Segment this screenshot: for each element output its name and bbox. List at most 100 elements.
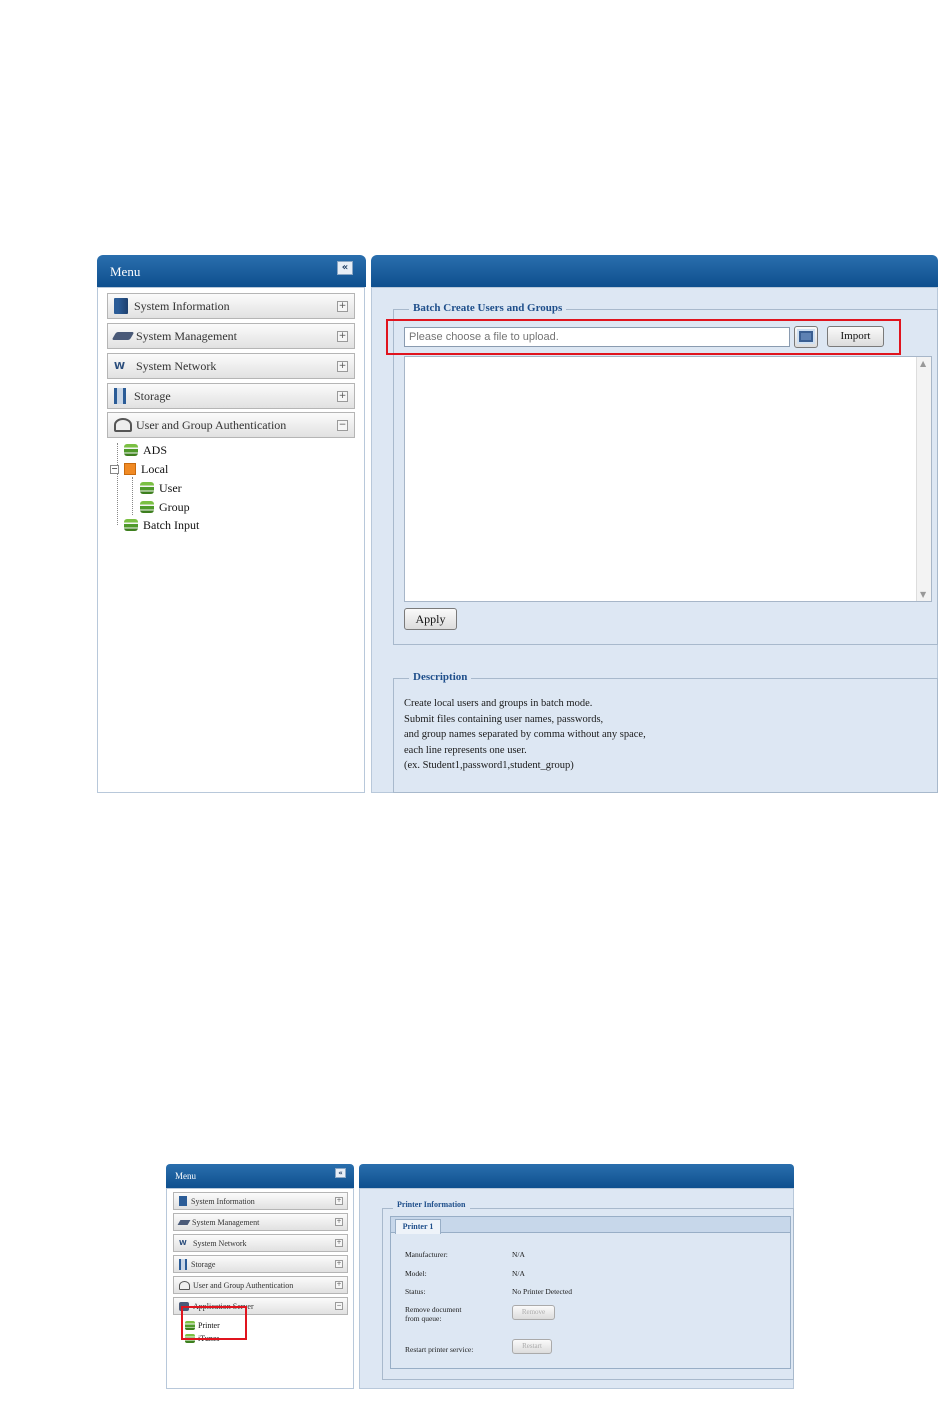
textarea-scrollbar[interactable]: ▲ ▼	[916, 357, 931, 601]
green-stack-icon	[140, 482, 154, 494]
printer-tab-strip	[391, 1217, 790, 1233]
book-icon	[179, 1196, 187, 1206]
scroll-down-icon[interactable]: ▼	[920, 590, 926, 599]
book-icon	[114, 298, 128, 314]
model-value: N/A	[512, 1269, 525, 1278]
menu-item-system-management[interactable]: System Management +	[173, 1213, 348, 1231]
storage-icon	[179, 1258, 187, 1270]
manufacturer-value: N/A	[512, 1250, 525, 1259]
remove-button[interactable]: Remove	[512, 1305, 555, 1320]
menu-item-label: System Information	[191, 1196, 255, 1206]
green-stack-icon	[124, 444, 138, 456]
double-chevron-left-icon: «	[341, 262, 349, 273]
description-line: each line represents one user.	[404, 744, 527, 756]
expand-icon[interactable]: +	[337, 330, 348, 342]
model-label: Model:	[405, 1269, 427, 1278]
menu-item-label: System Network	[136, 358, 217, 373]
wrench-icon	[177, 1219, 191, 1225]
menu-item-label: System Information	[134, 298, 230, 313]
storage-icon	[114, 388, 126, 404]
tree-item-ads[interactable]: ADS	[124, 442, 167, 458]
description-legend: Description	[409, 671, 472, 683]
tree-item-group[interactable]: Group	[140, 499, 190, 515]
menu-item-system-information[interactable]: System Information +	[107, 293, 355, 319]
network-icon: W	[179, 1239, 187, 1247]
description-text: Create local users and groups in batch m…	[404, 696, 646, 774]
double-chevron-left-icon: «	[338, 1169, 343, 1177]
tree-guide-line	[132, 477, 133, 515]
tree-item-local[interactable]: − Local	[110, 461, 168, 477]
highlight-box	[181, 1306, 247, 1340]
highlight-box	[386, 319, 901, 355]
user-auth-icon	[114, 418, 132, 432]
menu-title: Menu	[175, 1171, 196, 1181]
menu-item-storage[interactable]: Storage +	[173, 1255, 348, 1273]
menu-item-user-group-auth[interactable]: User and Group Authentication +	[173, 1276, 348, 1294]
menu-item-system-information[interactable]: System Information +	[173, 1192, 348, 1210]
remove-document-label: Remove document from queue:	[405, 1305, 461, 1323]
batch-textarea[interactable]	[404, 356, 932, 602]
menu-title: Menu	[110, 264, 141, 279]
menu-item-label: User and Group Authentication	[136, 417, 287, 432]
scroll-up-icon[interactable]: ▲	[920, 359, 926, 368]
expand-icon[interactable]: +	[335, 1218, 343, 1226]
menu-item-system-network[interactable]: W System Network +	[173, 1234, 348, 1252]
tree-item-label: Batch Input	[143, 517, 200, 532]
description-line: Create local users and groups in batch m…	[404, 698, 593, 709]
menu-item-system-management[interactable]: System Management +	[107, 323, 355, 349]
collapse-icon[interactable]: −	[337, 419, 348, 431]
content-header	[371, 255, 938, 287]
tree-item-user[interactable]: User	[140, 480, 182, 496]
expand-icon[interactable]: +	[337, 300, 348, 312]
tree-guide-line	[117, 443, 118, 525]
screenshot-printer: Menu « System Information + System Manag…	[166, 1164, 794, 1389]
menu-item-system-network[interactable]: W System Network +	[107, 353, 355, 379]
expand-icon[interactable]: +	[335, 1281, 343, 1289]
tab-printer-1[interactable]: Printer 1	[395, 1219, 441, 1234]
menu-header: Menu «	[166, 1164, 354, 1188]
menu-item-label: Storage	[191, 1259, 216, 1269]
tree-item-label: Local	[141, 461, 169, 476]
menu-item-label: Storage	[134, 388, 171, 403]
remove-document-label-line: from queue:	[405, 1314, 442, 1323]
user-auth-icon	[179, 1280, 190, 1290]
status-label: Status:	[405, 1287, 426, 1296]
printer-info-legend: Printer Information	[393, 1200, 470, 1209]
description-line: Submit files containing user names, pass…	[404, 713, 604, 725]
expand-icon[interactable]: +	[335, 1197, 343, 1205]
expand-icon[interactable]: +	[335, 1260, 343, 1268]
manufacturer-label: Manufacturer:	[405, 1250, 448, 1259]
menu-item-label: System Management	[192, 1217, 260, 1227]
expand-icon[interactable]: +	[337, 390, 348, 402]
tree-item-label: Group	[159, 499, 190, 514]
expand-icon[interactable]: +	[337, 360, 348, 372]
status-value: No Printer Detected	[512, 1287, 572, 1296]
menu-item-storage[interactable]: Storage +	[107, 383, 355, 409]
tree-collapse-icon[interactable]: −	[110, 464, 119, 474]
tree-item-label: User	[159, 480, 182, 495]
apply-button[interactable]: Apply	[404, 608, 457, 630]
screenshot-batch-input: Menu « System Information + System Manag…	[96, 255, 938, 793]
orange-folder-icon	[124, 463, 136, 475]
collapse-menu-button[interactable]: «	[337, 261, 353, 275]
remove-document-label-line: Remove document	[405, 1305, 462, 1314]
network-icon: W	[114, 360, 126, 372]
expand-icon[interactable]: +	[335, 1239, 343, 1247]
tree-item-batch-input[interactable]: Batch Input	[124, 517, 199, 533]
tree-item-label: ADS	[143, 442, 168, 457]
menu-item-label: User and Group Authentication	[193, 1280, 294, 1290]
collapse-icon[interactable]: −	[335, 1302, 343, 1310]
batch-create-legend: Batch Create Users and Groups	[409, 302, 567, 314]
restart-button[interactable]: Restart	[512, 1339, 552, 1354]
green-stack-icon	[124, 519, 138, 531]
restart-service-label: Restart printer service:	[405, 1345, 474, 1354]
description-line: and group names separated by comma witho…	[404, 729, 646, 740]
green-stack-icon	[140, 501, 154, 513]
menu-item-user-group-auth[interactable]: User and Group Authentication −	[107, 412, 355, 438]
collapse-menu-button[interactable]: «	[335, 1168, 346, 1178]
menu-item-label: System Network	[193, 1238, 247, 1248]
menu-header: Menu «	[97, 255, 366, 287]
content-header	[359, 1164, 794, 1188]
wrench-icon	[111, 332, 135, 340]
menu-item-label: System Management	[136, 328, 237, 343]
